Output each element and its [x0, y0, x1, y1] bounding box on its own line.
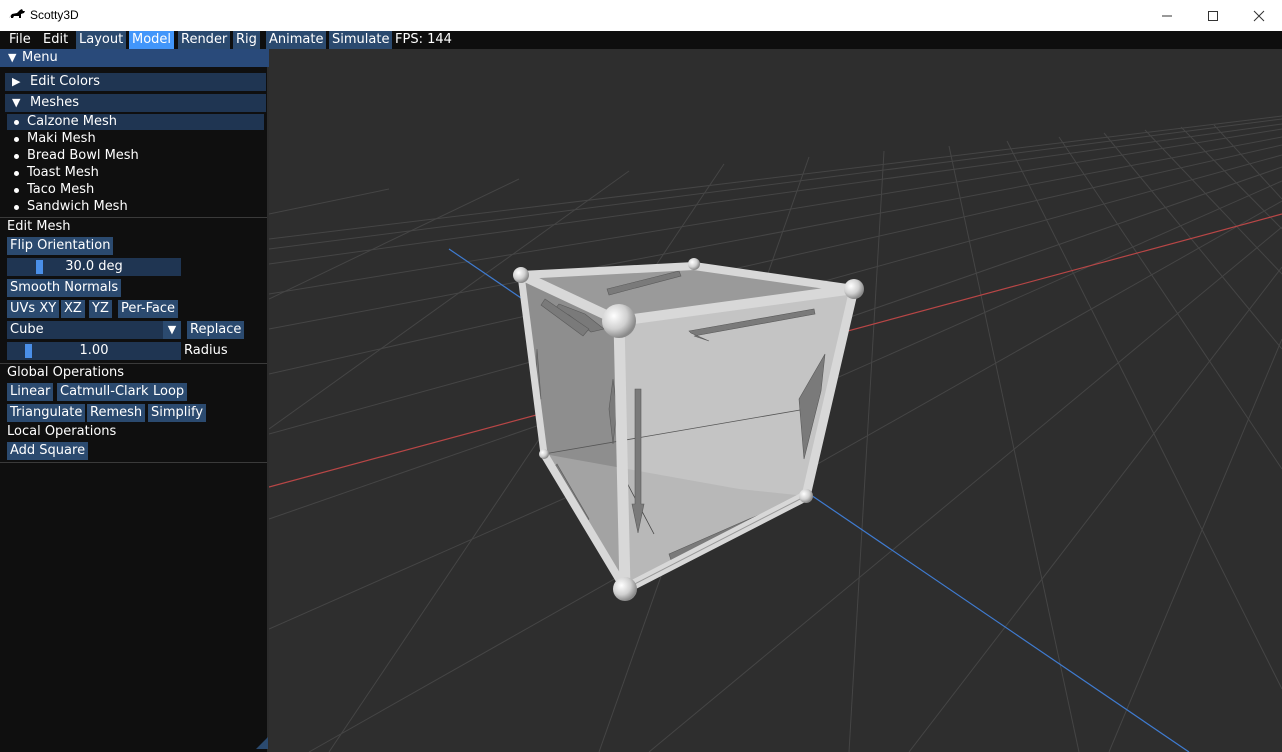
angle-slider[interactable]: 30.0 deg [7, 258, 181, 276]
mode-model[interactable]: Model [129, 31, 175, 49]
maximize-icon [1208, 10, 1218, 21]
edit-colors-label: Edit Colors [30, 74, 101, 89]
bullet-icon [14, 171, 19, 176]
radius-value: 1.00 [79, 343, 109, 358]
uvs-yz-button[interactable]: YZ [89, 300, 112, 318]
mode-animate[interactable]: Animate [266, 31, 327, 49]
shape-select[interactable]: Cube ▼ [7, 321, 181, 339]
menu-bar: File Edit Layout Model Render Rig Animat… [0, 31, 1282, 49]
shape-select-value: Cube [10, 322, 44, 337]
mesh-item-bread-bowl[interactable]: Bread Bowl Mesh [7, 148, 264, 164]
menu-edit[interactable]: Edit [40, 31, 71, 49]
bullet-icon [14, 120, 19, 125]
triangle-down-icon: ▼ [12, 96, 21, 109]
mode-render[interactable]: Render [178, 31, 231, 49]
mesh-item-label: Sandwich Mesh [27, 199, 128, 214]
uvs-xy-button[interactable]: UVs XY [7, 300, 60, 318]
mesh-item-calzone[interactable]: Calzone Mesh [7, 114, 264, 130]
close-icon [1253, 10, 1265, 21]
bullet-icon [14, 205, 19, 210]
radius-slider[interactable]: 1.00 [7, 342, 181, 360]
mesh-item-taco[interactable]: Taco Mesh [7, 182, 264, 198]
uvs-xz-button[interactable]: XZ [61, 300, 85, 318]
minimize-button[interactable] [1144, 0, 1190, 31]
maximize-button[interactable] [1190, 0, 1236, 31]
triangle-right-icon: ▶ [12, 75, 21, 88]
triangle-down-icon: ▼ [8, 51, 17, 64]
menu-panel-header[interactable]: ▼ Menu [0, 49, 269, 67]
mode-simulate[interactable]: Simulate [329, 31, 393, 49]
vertex-sphere[interactable] [539, 449, 549, 459]
edit-colors-header[interactable]: ▶ Edit Colors [5, 73, 266, 91]
mesh-item-label: Calzone Mesh [27, 114, 118, 129]
bullet-icon [14, 188, 19, 193]
global-operations-title: Global Operations [7, 365, 125, 380]
mesh-item-label: Bread Bowl Mesh [27, 148, 139, 163]
edit-mesh-title: Edit Mesh [7, 219, 71, 234]
replace-button[interactable]: Replace [187, 321, 245, 339]
flip-orientation-button[interactable]: Flip Orientation [7, 237, 114, 255]
local-operations-title: Local Operations [7, 424, 117, 439]
mode-layout[interactable]: Layout [76, 31, 127, 49]
window-titlebar: Scotty3D [0, 0, 1282, 31]
mode-rig[interactable]: Rig [233, 31, 260, 49]
radius-label: Radius [184, 343, 228, 358]
mesh-item-sandwich[interactable]: Sandwich Mesh [7, 199, 264, 215]
mesh-item-maki[interactable]: Maki Mesh [7, 131, 264, 147]
separator [0, 363, 267, 364]
mesh-item-label: Maki Mesh [27, 131, 96, 146]
bullet-icon [14, 137, 19, 142]
loop-button[interactable]: Loop [150, 383, 188, 401]
menu-file[interactable]: File [6, 31, 34, 49]
vertex-sphere[interactable] [613, 577, 637, 601]
triangulate-button[interactable]: Triangulate [7, 404, 86, 422]
angle-value: 30.0 deg [65, 259, 123, 274]
meshes-label: Meshes [30, 95, 79, 110]
menu-panel-title: Menu [22, 50, 58, 65]
viewport-canvas[interactable] [269, 49, 1282, 752]
vertex-sphere[interactable] [844, 279, 864, 299]
window-title: Scotty3D [30, 8, 79, 22]
per-face-button[interactable]: Per-Face [118, 300, 178, 318]
3d-viewport[interactable] [269, 49, 1282, 752]
simplify-button[interactable]: Simplify [148, 404, 207, 422]
smooth-normals-button[interactable]: Smooth Normals [7, 279, 122, 297]
vertex-sphere[interactable] [513, 267, 529, 283]
chevron-down-icon[interactable]: ▼ [163, 321, 181, 339]
catmull-clark-button[interactable]: Catmull-Clark [57, 383, 152, 401]
minimize-icon [1162, 15, 1172, 16]
close-button[interactable] [1236, 0, 1282, 31]
scotty-dog-icon [9, 9, 25, 18]
separator [0, 462, 267, 463]
vertex-sphere[interactable] [688, 258, 700, 270]
add-square-button[interactable]: Add Square [7, 442, 89, 460]
mesh-item-toast[interactable]: Toast Mesh [7, 165, 264, 181]
vertex-sphere[interactable] [602, 304, 636, 338]
separator [0, 217, 267, 218]
vertex-sphere[interactable] [799, 489, 813, 503]
linear-button[interactable]: Linear [7, 383, 54, 401]
menu-panel: ▼ Menu ▶ Edit Colors ▼ Meshes Calzone Me… [0, 49, 269, 752]
mesh-item-label: Toast Mesh [27, 165, 99, 180]
meshes-header[interactable]: ▼ Meshes [5, 94, 266, 112]
resize-grip-icon[interactable] [256, 737, 268, 749]
mesh-item-label: Taco Mesh [27, 182, 95, 197]
fps-counter: FPS: 144 [395, 32, 452, 47]
bullet-icon [14, 154, 19, 159]
remesh-button[interactable]: Remesh [87, 404, 146, 422]
